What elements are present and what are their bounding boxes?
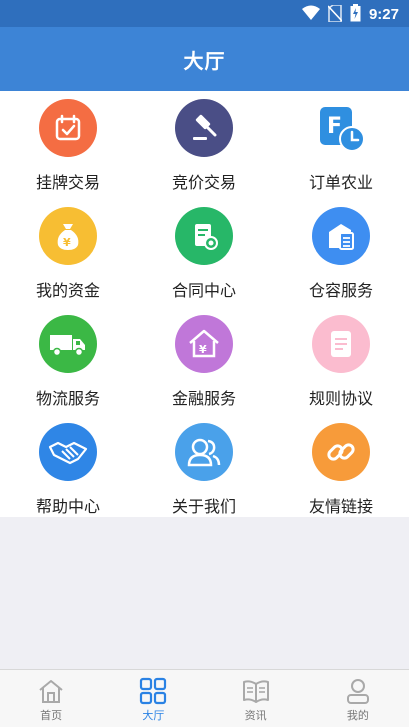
grid-item-label: 关于我们 <box>171 497 236 516</box>
battery-charging-icon <box>350 4 361 26</box>
grid-item-friendly-links[interactable]: 友情链接 <box>273 419 409 527</box>
status-bar: 9:27 <box>0 0 409 27</box>
grid-item-label: 仓容服务 <box>308 281 373 300</box>
profile-icon <box>345 676 371 706</box>
grid-item-label: 竞价交易 <box>171 173 236 192</box>
money-bag-icon: ¥ <box>39 207 97 265</box>
tab-mine[interactable]: 我的 <box>307 670 409 727</box>
svg-text:¥: ¥ <box>63 236 71 249</box>
grid-item-label: 合同中心 <box>171 281 236 300</box>
tab-news[interactable]: 资讯 <box>205 670 307 727</box>
grid-item-label: 挂牌交易 <box>35 173 100 192</box>
grid-item-my-funds[interactable]: ¥ 我的资金 <box>0 203 136 311</box>
svg-text:¥: ¥ <box>199 343 207 356</box>
bottom-tab-bar: 首页 大厅 资讯 我的 <box>0 669 409 727</box>
tab-label: 资讯 <box>244 709 267 722</box>
link-icon <box>312 423 370 481</box>
no-sim-icon <box>327 3 343 26</box>
grid-item-bidding-trade[interactable]: 竞价交易 <box>136 95 272 203</box>
auction-gavel-icon <box>175 99 233 157</box>
contract-document-icon <box>175 207 233 265</box>
grid-item-listing-trade[interactable]: 挂牌交易 <box>0 95 136 203</box>
grid-item-rules-agreement[interactable]: 规则协议 <box>273 311 409 419</box>
calendar-check-icon <box>39 99 97 157</box>
users-icon <box>175 423 233 481</box>
status-time: 9:27 <box>368 6 399 23</box>
page-title: 大厅 <box>183 48 226 73</box>
grid-item-warehouse-service[interactable]: 仓容服务 <box>273 203 409 311</box>
grid-item-label: 我的资金 <box>35 281 100 300</box>
tab-hall[interactable]: 大厅 <box>102 670 204 727</box>
grid-item-contract-center[interactable]: 合同中心 <box>136 203 272 311</box>
grid-item-label: 金融服务 <box>171 389 236 408</box>
rules-document-icon <box>312 315 370 373</box>
tab-home[interactable]: 首页 <box>0 670 102 727</box>
order-clock-icon: F <box>312 99 370 157</box>
grid-item-label: 物流服务 <box>35 389 100 408</box>
truck-icon <box>39 315 97 373</box>
status-icons: 9:27 <box>301 3 399 26</box>
service-grid: 挂牌交易 竞价交易 F 订单农业 ¥ 我的资金 合同中心 仓容服务 物流服务 ¥… <box>0 91 409 517</box>
grid-item-help-center[interactable]: 帮助中心 <box>0 419 136 527</box>
grid-item-label: 友情链接 <box>308 497 373 516</box>
finance-house-icon: ¥ <box>175 315 233 373</box>
grid-icon <box>139 676 167 706</box>
grid-item-label: 帮助中心 <box>35 497 100 516</box>
wifi-icon <box>301 5 320 25</box>
grid-item-about-us[interactable]: 关于我们 <box>136 419 272 527</box>
warehouse-icon <box>312 207 370 265</box>
grid-item-label: 规则协议 <box>308 389 373 408</box>
grid-item-logistics-service[interactable]: 物流服务 <box>0 311 136 419</box>
home-icon <box>37 676 65 706</box>
tab-label: 大厅 <box>142 709 165 722</box>
handshake-icon <box>39 423 97 481</box>
news-icon <box>242 676 270 706</box>
app-bar: 大厅 <box>0 27 409 91</box>
tab-label: 首页 <box>40 709 63 722</box>
grid-item-finance-service[interactable]: ¥ 金融服务 <box>136 311 272 419</box>
grid-item-label: 订单农业 <box>308 173 373 192</box>
grid-item-order-agriculture[interactable]: F 订单农业 <box>273 95 409 203</box>
tab-label: 我的 <box>346 709 369 722</box>
